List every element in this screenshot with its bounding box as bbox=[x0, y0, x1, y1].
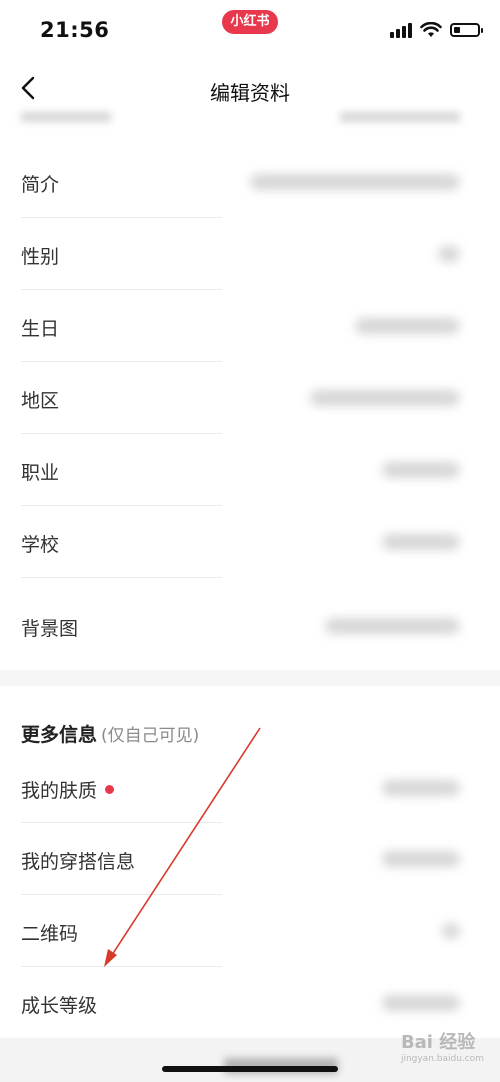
row-label: 学校 bbox=[21, 534, 60, 556]
row-value-blurred bbox=[442, 923, 460, 939]
row-value-blurred bbox=[382, 851, 460, 867]
row-label: 背景图 bbox=[21, 618, 79, 640]
row-birthday[interactable]: 生日 bbox=[0, 290, 500, 362]
page-title: 编辑资料 bbox=[210, 81, 290, 105]
row-value-blurred bbox=[382, 780, 460, 796]
home-indicator[interactable] bbox=[162, 1066, 338, 1072]
row-label: 二维码 bbox=[21, 923, 79, 945]
nav-bar: 编辑资料 bbox=[0, 60, 500, 118]
row-value-blurred bbox=[382, 534, 460, 550]
row-bio[interactable]: 简介 bbox=[0, 146, 500, 218]
row-label: 性别 bbox=[21, 246, 60, 268]
row-label: 生日 bbox=[21, 318, 60, 340]
status-icons bbox=[390, 20, 483, 40]
watermark: Bai 经验 jingyan.baidu.com bbox=[401, 1028, 484, 1064]
row-label: 简介 bbox=[21, 174, 60, 196]
more-info-header: 更多信息 (仅自己可见) bbox=[21, 720, 199, 747]
row-background-image[interactable]: 背景图 bbox=[0, 590, 500, 662]
signal-icon bbox=[390, 22, 412, 38]
app-badge: 小红书 bbox=[222, 10, 278, 34]
row-value-blurred bbox=[310, 390, 460, 406]
battery-icon bbox=[450, 23, 483, 37]
row-label-text: 我的肤质 bbox=[21, 780, 98, 802]
row-value-blurred bbox=[250, 174, 460, 190]
row-value-blurred bbox=[382, 995, 460, 1011]
row-value-blurred bbox=[382, 462, 460, 478]
more-info-note: (仅自己可见) bbox=[101, 726, 200, 746]
row-label: 我的肤质 bbox=[21, 776, 115, 803]
row-label: 职业 bbox=[21, 462, 60, 484]
partial-row-value bbox=[340, 112, 460, 122]
wifi-icon bbox=[420, 22, 442, 37]
section-separator bbox=[0, 670, 500, 686]
watermark-text: Bai 经验 bbox=[400, 1032, 476, 1053]
row-school[interactable]: 学校 bbox=[0, 506, 500, 578]
row-label: 地区 bbox=[21, 390, 60, 412]
watermark-sub: jingyan.baidu.com bbox=[400, 1054, 484, 1064]
status-bar: 21:56 小红书 bbox=[0, 0, 500, 60]
row-outfit-info[interactable]: 我的穿搭信息 bbox=[0, 823, 500, 895]
row-value-blurred bbox=[355, 318, 460, 334]
row-region[interactable]: 地区 bbox=[0, 362, 500, 434]
row-value-blurred bbox=[325, 618, 460, 634]
row-label: 我的穿搭信息 bbox=[21, 851, 136, 873]
row-value-blurred bbox=[438, 246, 460, 262]
row-occupation[interactable]: 职业 bbox=[0, 434, 500, 506]
row-qr-code[interactable]: 二维码 bbox=[0, 895, 500, 967]
more-info-title: 更多信息 bbox=[21, 724, 98, 746]
row-skin-type[interactable]: 我的肤质 bbox=[0, 752, 500, 824]
divider bbox=[21, 577, 222, 578]
row-label: 成长等级 bbox=[21, 995, 98, 1017]
red-dot-indicator bbox=[105, 785, 115, 794]
partial-row bbox=[21, 112, 111, 122]
row-gender[interactable]: 性别 bbox=[0, 218, 500, 290]
status-time: 21:56 bbox=[40, 18, 110, 42]
